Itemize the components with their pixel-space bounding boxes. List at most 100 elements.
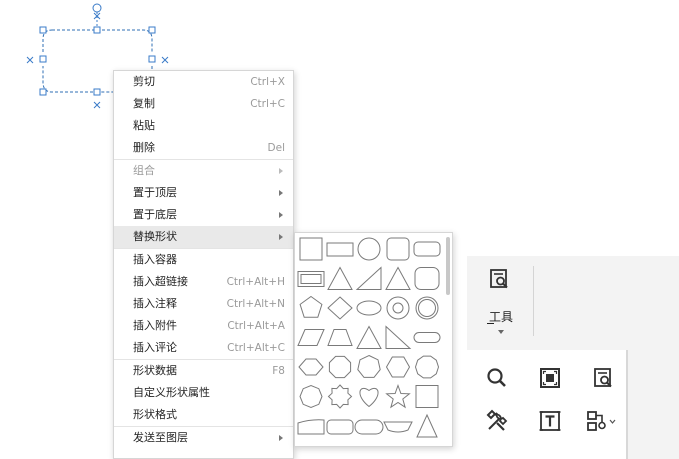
triangle-outline-icon[interactable] <box>356 325 382 349</box>
rotate-handle-icon <box>92 3 102 13</box>
menu-item-13[interactable]: 形状数据 F8 <box>114 360 293 382</box>
menu-item-2[interactable]: 粘贴 <box>114 115 293 137</box>
double-rectangle-icon[interactable] <box>297 271 325 287</box>
menu-item-label: 形状数据 <box>133 364 177 377</box>
isosceles-triangle-icon[interactable] <box>385 266 411 290</box>
menu-item-14[interactable]: 自定义形状属性 <box>114 382 293 404</box>
tools-icon[interactable] <box>485 409 509 433</box>
right-triangle-icon[interactable] <box>355 266 382 290</box>
tools-menu-button[interactable]: 工具 <box>467 256 535 344</box>
menu-item-16[interactable]: 发送至图层 <box>114 427 293 449</box>
find-replace-icon[interactable] <box>593 366 617 390</box>
octagon-icon[interactable] <box>328 355 352 379</box>
pill-icon[interactable] <box>354 419 384 435</box>
menu-item-5[interactable]: 置于顶层 <box>114 182 293 204</box>
menu-item-label: 发送至图层 <box>133 431 188 444</box>
menu-item-label: 删除 <box>133 141 155 154</box>
triangle-tall-icon[interactable] <box>416 413 438 438</box>
menu-item-15[interactable]: 形状格式 <box>114 404 293 426</box>
chevron-right-icon <box>279 234 283 240</box>
menu-item-7[interactable]: 替换形状 <box>114 226 293 248</box>
rounded-wide-rectangle-icon[interactable] <box>413 241 441 257</box>
fit-page-icon[interactable] <box>538 366 562 390</box>
tools-panel: 工具 <box>467 256 679 459</box>
square-icon[interactable] <box>415 385 439 408</box>
star-8-icon[interactable] <box>327 384 353 409</box>
menu-item-6[interactable]: 置于底层 <box>114 204 293 226</box>
divider <box>626 350 628 459</box>
menu-item-label: 复制 <box>133 97 155 110</box>
menu-item-label: 插入评论 <box>133 341 177 354</box>
triangle-icon[interactable] <box>327 266 353 290</box>
heptagon-icon[interactable] <box>357 354 381 378</box>
wide-rectangle-icon[interactable] <box>326 242 354 257</box>
tools-label: 工具 <box>488 310 513 324</box>
tools-underline <box>487 323 494 324</box>
text-box-icon[interactable] <box>538 409 562 433</box>
rounded-rectangle-icon[interactable] <box>414 267 440 290</box>
menu-item-label: 组合 <box>133 164 155 177</box>
menu-item-shortcut: Ctrl+Alt+N <box>226 298 285 310</box>
menu-item-12[interactable]: 插入评论 Ctrl+Alt+C <box>114 337 293 359</box>
decagon-icon[interactable] <box>414 355 440 379</box>
hexagon-horizontal-icon[interactable] <box>298 358 324 376</box>
menu-item-label: 置于底层 <box>133 208 177 221</box>
pentagon-icon[interactable] <box>299 295 323 318</box>
chevron-right-icon <box>279 435 283 441</box>
double-circle-icon[interactable] <box>386 296 410 320</box>
chevron-right-icon <box>279 212 283 218</box>
right-triangle-outline-icon[interactable] <box>385 325 412 349</box>
menu-item-10[interactable]: 插入注释 Ctrl+Alt+N <box>114 293 293 315</box>
menu-item-1[interactable]: 复制 Ctrl+C <box>114 93 293 115</box>
chevron-down-icon <box>498 330 504 334</box>
menu-item-0[interactable]: 剪切 Ctrl+X <box>114 71 293 93</box>
menu-item-label: 插入容器 <box>133 253 177 266</box>
heart-icon[interactable] <box>359 388 379 408</box>
ellipse-icon[interactable] <box>356 300 382 316</box>
rounded-box-icon[interactable] <box>326 419 354 435</box>
menu-item-8[interactable]: 插入容器 <box>114 249 293 271</box>
chevron-right-icon <box>279 190 283 196</box>
cross-octagon-icon[interactable] <box>299 384 323 409</box>
menu-item-label: 自定义形状属性 <box>133 386 210 399</box>
circle-icon[interactable] <box>357 237 381 261</box>
menu-item-shortcut: Ctrl+Alt+H <box>226 276 285 288</box>
replace-shape-submenu <box>294 232 453 447</box>
connector-icon[interactable] <box>586 409 616 433</box>
wave-trapezoid-icon[interactable] <box>297 419 325 435</box>
menu-item-label: 粘贴 <box>133 119 155 132</box>
menu-item-label: 插入超链接 <box>133 275 188 288</box>
menu-item-label: 插入注释 <box>133 297 177 310</box>
menu-item-shortcut: Del <box>267 142 285 154</box>
menu-item-shortcut: Ctrl+Alt+C <box>227 342 285 354</box>
find-replace-icon <box>490 269 508 289</box>
menu-item-3[interactable]: 删除 Del <box>114 137 293 159</box>
menu-item-label: 置于顶层 <box>133 186 177 199</box>
star-5-icon[interactable] <box>385 384 411 409</box>
parallelogram-icon[interactable] <box>297 329 325 346</box>
menu-item-9[interactable]: 插入超链接 Ctrl+Alt+H <box>114 271 293 293</box>
banner-icon[interactable] <box>383 421 413 433</box>
menu-item-shortcut: Ctrl+X <box>250 76 285 88</box>
submenu-scrollbar[interactable] <box>446 237 450 295</box>
menu-item-label: 替换形状 <box>133 230 177 243</box>
search-icon[interactable] <box>485 366 509 390</box>
menu-item-4[interactable]: 组合 <box>114 160 293 182</box>
chevron-right-icon <box>279 168 283 174</box>
menu-item-shortcut: Ctrl+C <box>250 98 285 110</box>
menu-item-shortcut: Ctrl+Alt+A <box>227 320 285 332</box>
capsule-icon[interactable] <box>413 332 441 343</box>
menu-item-label: 剪切 <box>133 75 155 88</box>
diamond-icon[interactable] <box>327 296 353 320</box>
trapezoid-icon[interactable] <box>327 329 353 346</box>
ring-icon[interactable] <box>415 296 439 320</box>
context-menu: 剪切 Ctrl+X 复制 Ctrl+C 粘贴删除 Del 组合置于顶层置于底层替换形状插入容… <box>113 70 294 459</box>
menu-item-label: 插入附件 <box>133 319 177 332</box>
menu-item-shortcut: F8 <box>272 365 285 377</box>
menu-item-label: 形状格式 <box>133 408 177 421</box>
rounded-square-icon[interactable] <box>386 237 410 261</box>
divider <box>533 266 534 336</box>
menu-item-11[interactable]: 插入附件 Ctrl+Alt+A <box>114 315 293 337</box>
rounded-hexagon-icon[interactable] <box>385 356 411 378</box>
rectangle-icon[interactable] <box>299 237 323 261</box>
